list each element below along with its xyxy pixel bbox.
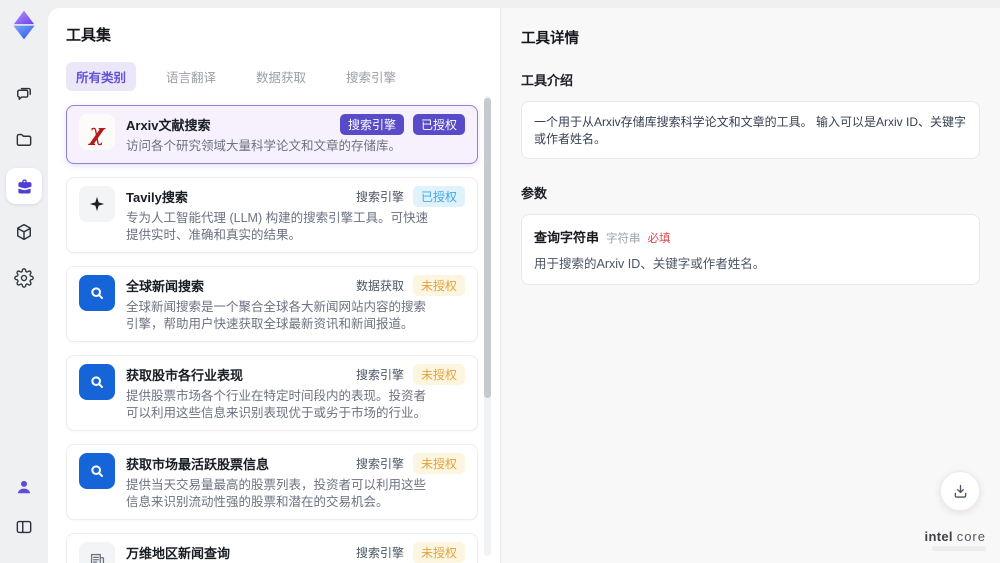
sidebar-collapse-button[interactable] bbox=[6, 509, 42, 545]
intel-logo-underline bbox=[932, 546, 986, 551]
app-logo bbox=[7, 8, 41, 42]
sidebar-item-files[interactable] bbox=[6, 122, 42, 158]
tool-card-regional-news[interactable]: 万维地区新闻查询 搜索引擎 未授权 查询具体行政区划内的新闻，快速了解各地新闻动 bbox=[66, 533, 478, 563]
tool-intro-text: 一个用于从Arxiv存储库搜索科学论文和文章的工具。 输入可以是Arxiv ID… bbox=[534, 115, 967, 146]
sidebar-rail bbox=[0, 0, 48, 563]
star-icon bbox=[79, 186, 115, 222]
tool-card-sector-performance[interactable]: 获取股市各行业表现 搜索引擎 未授权 提供股票市场各个行业在特定时间段内的表现。… bbox=[66, 355, 478, 431]
intel-logo-text: intel bbox=[924, 529, 953, 544]
parameter-name: 查询字符串 bbox=[534, 230, 600, 245]
sidebar-item-settings[interactable] bbox=[6, 260, 42, 296]
status-badge: 未授权 bbox=[412, 364, 465, 385]
sidebar-item-account[interactable] bbox=[6, 469, 42, 505]
tool-list: χ Arxiv文献搜索 搜索引擎 已授权 访问各个研究领域大量科学论文和文章的存… bbox=[66, 105, 478, 563]
status-badge: 未授权 bbox=[412, 275, 465, 296]
download-icon bbox=[954, 484, 966, 498]
intel-core-logo: intel core bbox=[925, 530, 986, 551]
tab-search-engine[interactable]: 搜索引擎 bbox=[336, 62, 406, 91]
category-tabs: 所有类别 语言翻译 数据获取 搜索引擎 bbox=[66, 62, 478, 91]
user-avatar-icon bbox=[17, 480, 31, 494]
tool-list-panel: 工具集 所有类别 语言翻译 数据获取 搜索引擎 χ Arxiv文献搜索 搜索引擎… bbox=[48, 8, 500, 563]
category-label: 搜索引擎 bbox=[355, 546, 404, 560]
tool-card-global-news[interactable]: 全球新闻搜索 数据获取 未授权 全球新闻搜索是一个聚合全球各大新闻网站内容的搜索… bbox=[66, 266, 478, 342]
panel-toggle-icon bbox=[16, 520, 32, 534]
tool-detail-panel: 工具详情 工具介绍 一个用于从Arxiv存储库搜索科学论文和文章的工具。 输入可… bbox=[500, 8, 1000, 563]
category-label: 搜索引擎 bbox=[355, 190, 404, 204]
search-app-icon bbox=[79, 275, 115, 311]
tab-all-categories[interactable]: 所有类别 bbox=[66, 62, 137, 91]
parameter-card: 查询字符串 字符串 必填 用于搜索的Arxiv ID、关键字或作者姓名。 bbox=[521, 214, 980, 285]
core-logo-text: core bbox=[956, 529, 986, 544]
tool-card-arxiv[interactable]: χ Arxiv文献搜索 搜索引擎 已授权 访问各个研究领域大量科学论文和文章的存… bbox=[66, 105, 478, 164]
category-badge: 搜索引擎 bbox=[339, 114, 404, 135]
category-label: 数据获取 bbox=[355, 279, 404, 293]
list-scrollbar-track bbox=[484, 96, 491, 556]
category-label: 搜索引擎 bbox=[355, 457, 404, 471]
sidebar-item-tools[interactable] bbox=[6, 168, 42, 204]
app-window: 工具集 所有类别 语言翻译 数据获取 搜索引擎 χ Arxiv文献搜索 搜索引擎… bbox=[0, 0, 1000, 563]
tool-name: 获取市场最活跃股票信息 bbox=[126, 457, 270, 472]
tool-card-tavily[interactable]: Tavily搜索 搜索引擎 已授权 专为人工智能代理 (LLM) 构建的搜索引擎… bbox=[66, 177, 478, 253]
status-badge: 已授权 bbox=[412, 186, 465, 207]
tool-card-active-stocks[interactable]: 获取市场最活跃股票信息 搜索引擎 未授权 提供当天交易量最高的股票列表，投资者可… bbox=[66, 444, 478, 520]
tool-name: Arxiv文献搜索 bbox=[126, 118, 211, 133]
tool-description: 访问各个研究领域大量科学论文和文章的存储库。 bbox=[126, 139, 402, 153]
parameter-description: 用于搜索的Arxiv ID、关键字或作者姓名。 bbox=[534, 257, 766, 271]
tab-data-fetch[interactable]: 数据获取 bbox=[246, 62, 316, 91]
parameter-required-badge: 必填 bbox=[647, 233, 671, 245]
params-heading: 参数 bbox=[521, 186, 548, 201]
page-title: 工具集 bbox=[66, 27, 112, 44]
folder-icon bbox=[16, 133, 32, 146]
tool-name: 全球新闻搜索 bbox=[126, 279, 205, 294]
category-label: 搜索引擎 bbox=[355, 368, 404, 382]
tool-description: 全球新闻搜索是一个聚合全球各大新闻网站内容的搜索引擎，帮助用户快速获取全球最新资… bbox=[126, 300, 427, 331]
detail-title: 工具详情 bbox=[521, 31, 579, 47]
tool-description: 提供当天交易量最高的股票列表，投资者可以利用这些信息来识别流动性强的股票和潜在的… bbox=[126, 478, 427, 509]
diamond-logo-icon bbox=[13, 10, 35, 40]
tab-language-translation[interactable]: 语言翻译 bbox=[156, 62, 226, 91]
chat-icon bbox=[17, 87, 31, 100]
tool-intro-box: 一个用于从Arxiv存储库搜索科学论文和文章的工具。 输入可以是Arxiv ID… bbox=[521, 101, 980, 159]
package-icon bbox=[17, 223, 31, 241]
search-app-icon bbox=[79, 364, 115, 400]
parameter-type: 字符串 bbox=[606, 233, 641, 245]
tool-name: 获取股市各行业表现 bbox=[126, 368, 244, 383]
sidebar-item-packages[interactable] bbox=[6, 214, 42, 250]
tool-description: 专为人工智能代理 (LLM) 构建的搜索引擎工具。可快速提供实时、准确和真实的结… bbox=[126, 211, 429, 242]
toolbox-icon bbox=[17, 179, 31, 193]
newspaper-icon bbox=[79, 542, 115, 563]
search-app-icon bbox=[79, 453, 115, 489]
status-badge: 未授权 bbox=[412, 453, 465, 474]
intro-heading: 工具介绍 bbox=[521, 73, 574, 88]
tool-description: 提供股票市场各个行业在特定时间段内的表现。投资者可以利用这些信息来识别表现优于或… bbox=[126, 389, 427, 420]
status-badge: 未授权 bbox=[412, 542, 465, 563]
status-badge: 已授权 bbox=[412, 114, 465, 135]
settings-icon bbox=[14, 268, 34, 288]
download-button[interactable] bbox=[940, 471, 980, 511]
tool-name: 万维地区新闻查询 bbox=[126, 546, 231, 561]
arxiv-logo-icon: χ bbox=[79, 114, 115, 150]
sidebar-item-chat[interactable] bbox=[6, 76, 42, 112]
tool-name: Tavily搜索 bbox=[126, 190, 188, 205]
list-scrollbar-thumb[interactable] bbox=[484, 98, 491, 398]
